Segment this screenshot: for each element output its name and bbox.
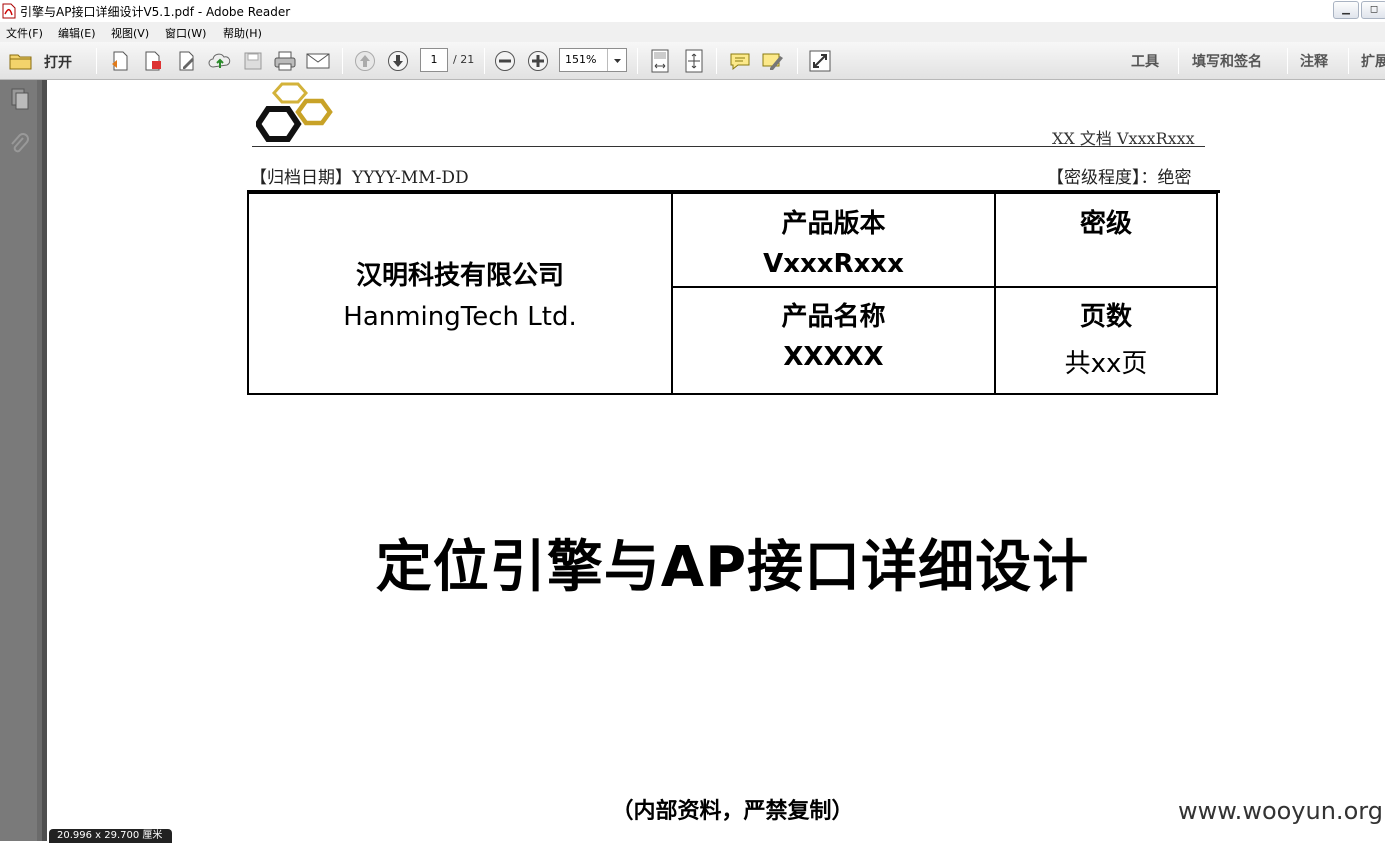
header-rule bbox=[252, 146, 1205, 147]
product-name-label: 产品名称 bbox=[781, 302, 886, 332]
edit-pdf-icon[interactable] bbox=[174, 48, 200, 74]
combine-files-icon[interactable] bbox=[140, 48, 166, 74]
menu-edit[interactable]: 编辑(E) bbox=[58, 25, 96, 41]
page-count-label: 页数 bbox=[1079, 302, 1132, 332]
pdf-file-icon bbox=[2, 3, 16, 19]
maximize-button[interactable]: ◻ bbox=[1361, 1, 1385, 19]
fit-page-icon[interactable] bbox=[647, 48, 673, 74]
toolbar-separator bbox=[1287, 48, 1288, 74]
secrecy-level: 【密级程度】：绝密 bbox=[1047, 168, 1192, 188]
open-folder-icon[interactable] bbox=[8, 48, 34, 74]
product-name-value: XXXXX bbox=[783, 342, 884, 372]
watermark: www.wooyun.org bbox=[1178, 797, 1383, 825]
menu-file[interactable]: 文件(F) bbox=[6, 25, 43, 41]
toolbar: 打开 工具 填写和签名 注释 扩展 bbox=[0, 42, 1385, 80]
page-thumbnails-icon[interactable] bbox=[9, 88, 31, 112]
navigation-panel-strip bbox=[0, 80, 37, 841]
menu-help[interactable]: 帮助(H) bbox=[223, 25, 262, 41]
toolbar-separator bbox=[1178, 48, 1179, 74]
comment-icon[interactable] bbox=[727, 48, 753, 74]
page-number-input[interactable]: 1 bbox=[420, 48, 448, 72]
next-page-icon[interactable] bbox=[385, 48, 411, 74]
toolbar-separator bbox=[797, 48, 798, 74]
archive-date: 【归档日期】YYYY-MM-DD bbox=[250, 168, 469, 188]
previous-page-icon[interactable] bbox=[352, 48, 378, 74]
window-title: 引擎与AP接口详细设计V5.1.pdf - Adobe Reader bbox=[20, 5, 291, 19]
toolbar-separator bbox=[637, 48, 638, 74]
title-bar: 引擎与AP接口详细设计V5.1.pdf - Adobe Reader ▁ ◻ bbox=[0, 0, 1385, 22]
upload-cloud-icon[interactable] bbox=[207, 48, 233, 74]
comment-link[interactable]: 注释 bbox=[1300, 51, 1328, 71]
version-label: 产品版本 bbox=[781, 209, 886, 239]
company-logo bbox=[256, 82, 333, 142]
toolbar-separator bbox=[342, 48, 343, 74]
zoom-out-icon[interactable] bbox=[492, 48, 518, 74]
company-name-cn: 汉明科技有限公司 bbox=[355, 261, 564, 291]
company-name-en: HanmingTech Ltd. bbox=[343, 302, 577, 332]
print-icon[interactable] bbox=[272, 48, 298, 74]
document-title: 定位引擎与AP接口详细设计 bbox=[375, 535, 1090, 600]
tools-link[interactable]: 工具 bbox=[1131, 51, 1159, 71]
menu-view[interactable]: 视图(V) bbox=[111, 25, 149, 41]
table-divider bbox=[672, 286, 1217, 288]
zoom-in-icon[interactable] bbox=[525, 48, 551, 74]
zoom-value: 151% bbox=[565, 53, 597, 66]
highlight-icon[interactable] bbox=[760, 48, 786, 74]
create-pdf-icon[interactable] bbox=[107, 48, 133, 74]
extend-link[interactable]: 扩展 bbox=[1361, 51, 1385, 71]
full-screen-icon[interactable] bbox=[807, 48, 833, 74]
secret-label: 密级 bbox=[1079, 209, 1132, 239]
toolbar-separator bbox=[716, 48, 717, 74]
chevron-down-icon bbox=[614, 59, 621, 63]
email-icon[interactable] bbox=[305, 48, 331, 74]
version-value: VxxxRxxx bbox=[763, 249, 904, 279]
save-icon[interactable] bbox=[240, 48, 266, 74]
menu-window[interactable]: 窗口(W) bbox=[165, 25, 206, 41]
toolbar-separator bbox=[1348, 48, 1349, 74]
toolbar-separator bbox=[484, 48, 485, 74]
page-count-value: 共xx页 bbox=[1064, 349, 1148, 379]
fit-width-icon[interactable] bbox=[681, 48, 707, 74]
menu-bar: 文件(F) 编辑(E) 视图(V) 窗口(W) 帮助(H) bbox=[0, 22, 1385, 42]
toolbar-separator bbox=[96, 48, 97, 74]
minimize-button[interactable]: ▁ bbox=[1333, 1, 1359, 19]
page-total: / 21 bbox=[453, 53, 475, 66]
zoom-dropdown-button[interactable] bbox=[607, 49, 626, 71]
fill-sign-link[interactable]: 填写和签名 bbox=[1192, 51, 1262, 71]
attachment-paperclip-icon[interactable] bbox=[9, 132, 29, 156]
open-button[interactable]: 打开 bbox=[44, 52, 72, 72]
